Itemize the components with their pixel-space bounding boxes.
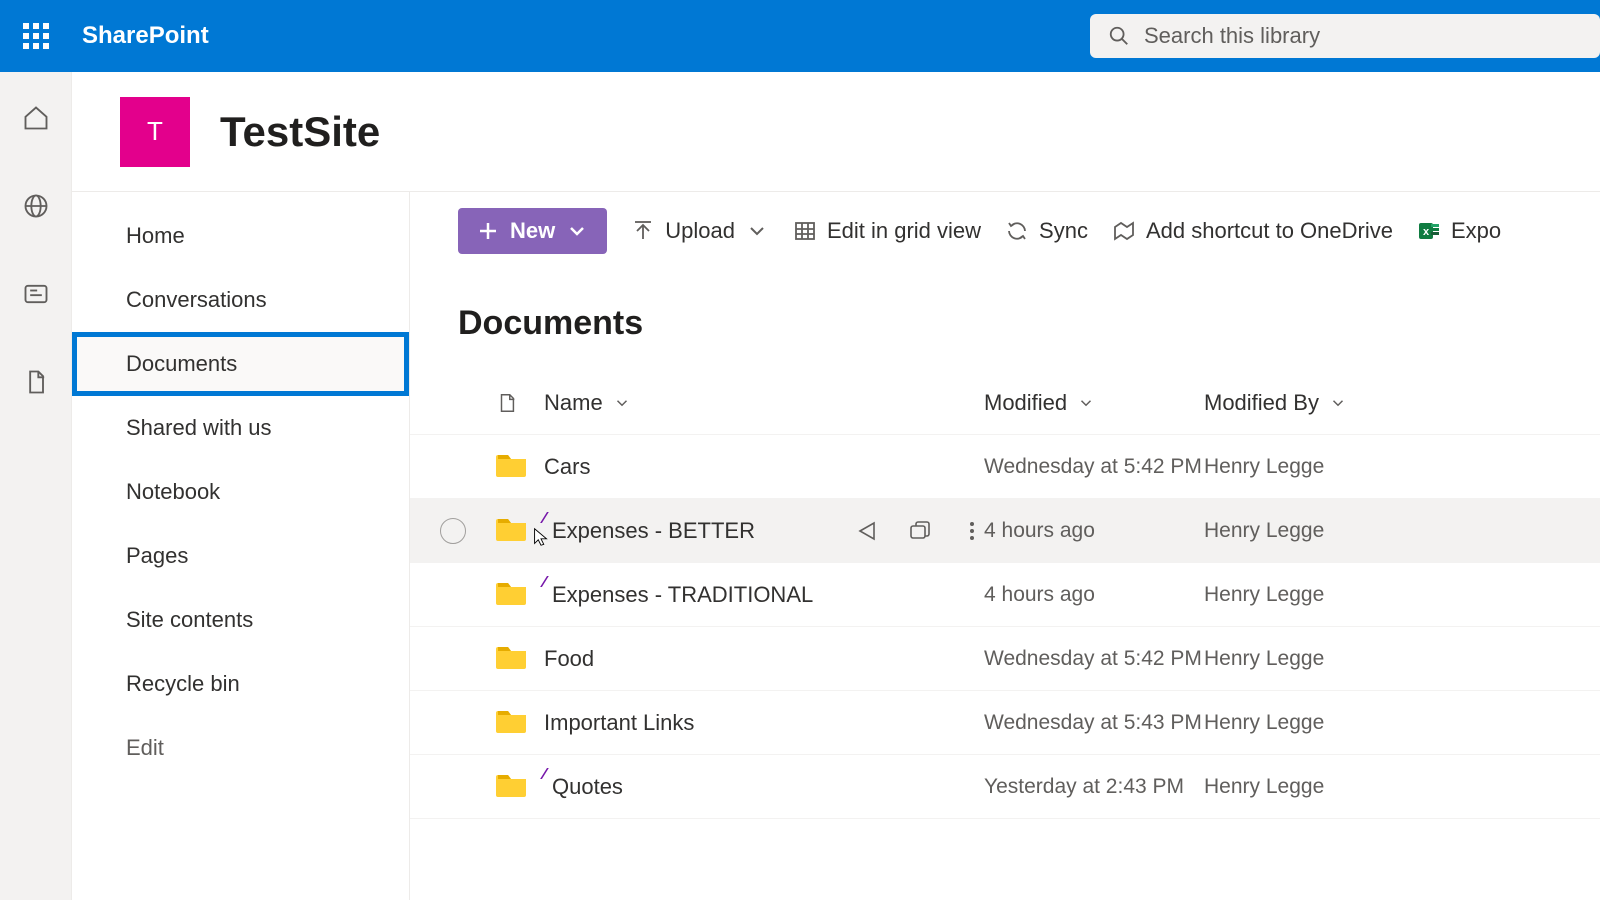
grid-view-button[interactable]: Edit in grid view (793, 218, 981, 244)
list-row[interactable]: Important Links Wednesday at 5:43 PMHenry… (410, 691, 1600, 755)
chevron-down-icon (565, 219, 589, 243)
item-name[interactable]: Food (544, 646, 594, 672)
app-rail (0, 72, 72, 900)
folder-icon (496, 771, 528, 797)
rail-home[interactable] (14, 96, 58, 140)
rail-files[interactable] (14, 360, 58, 404)
item-name[interactable]: Important Links (544, 710, 694, 736)
nav-documents[interactable]: Documents (72, 332, 409, 396)
excel-icon: x (1417, 219, 1441, 243)
nav-notebook[interactable]: Notebook (72, 460, 409, 524)
new-button[interactable]: New (458, 208, 607, 254)
shortcut-button[interactable]: Add shortcut to OneDrive (1112, 218, 1393, 244)
col-modified-label: Modified (984, 390, 1067, 416)
nav-conversations[interactable]: Conversations (72, 268, 409, 332)
nav-home[interactable]: Home (72, 204, 409, 268)
rail-global[interactable] (14, 184, 58, 228)
list-header: Name Modified Modified By (410, 371, 1600, 435)
item-modified: Wednesday at 5:42 PM (984, 455, 1204, 479)
folder-icon (496, 707, 528, 733)
folder-icon (496, 579, 528, 605)
sync-label: Sync (1039, 218, 1088, 244)
item-modified: Wednesday at 5:42 PM (984, 647, 1204, 671)
nav-recycle-bin[interactable]: Recycle bin (72, 652, 409, 716)
col-modified[interactable]: Modified (984, 390, 1204, 416)
shortcut-label: Add shortcut to OneDrive (1146, 218, 1393, 244)
item-modified: 4 hours ago (984, 519, 1204, 543)
upload-button[interactable]: Upload (631, 218, 769, 244)
folder-icon (496, 643, 528, 669)
upload-label: Upload (665, 218, 735, 244)
shortcut-icon (1112, 219, 1136, 243)
search-input[interactable] (1144, 23, 1582, 49)
home-icon (22, 104, 50, 132)
search-box[interactable] (1090, 14, 1600, 58)
item-name[interactable]: Quotes (552, 774, 623, 800)
grid-icon (793, 219, 817, 243)
list-row[interactable]: Food Wednesday at 5:42 PMHenry Legge (410, 627, 1600, 691)
item-modified-by: Henry Legge (1204, 775, 1404, 799)
col-modified-by[interactable]: Modified By (1204, 390, 1404, 416)
waffle-icon (23, 23, 49, 49)
file-icon (22, 368, 50, 396)
item-modified-by: Henry Legge (1204, 711, 1404, 735)
item-name[interactable]: Cars (544, 454, 590, 480)
sync-button[interactable]: Sync (1005, 218, 1088, 244)
nav-site-contents[interactable]: Site contents (72, 588, 409, 652)
site-logo[interactable]: T (120, 97, 190, 167)
upload-icon (631, 219, 655, 243)
chevron-down-icon (1077, 394, 1095, 412)
more-icon[interactable] (960, 519, 984, 543)
nav-shared[interactable]: Shared with us (72, 396, 409, 460)
chevron-down-icon (745, 219, 769, 243)
app-launcher[interactable] (0, 0, 72, 72)
plus-icon (476, 219, 500, 243)
news-icon (22, 280, 50, 308)
col-type[interactable] (496, 389, 544, 417)
item-modified: Wednesday at 5:43 PM (984, 711, 1204, 735)
list-row[interactable]: ⁄⁄⁄QuotesYesterday at 2:43 PMHenry Legge (410, 755, 1600, 819)
item-modified-by: Henry Legge (1204, 519, 1404, 543)
sync-icon (1005, 219, 1029, 243)
item-modified-by: Henry Legge (1204, 583, 1404, 607)
svg-text:x: x (1423, 226, 1430, 238)
site-nav: Home Conversations Documents Shared with… (72, 192, 410, 900)
search-icon (1108, 25, 1130, 47)
item-modified: Yesterday at 2:43 PM (984, 775, 1204, 799)
chevron-down-icon (1329, 394, 1347, 412)
site-header: T TestSite (72, 72, 1600, 192)
item-name[interactable]: Expenses - TRADITIONAL (552, 582, 813, 608)
col-name[interactable]: Name (544, 390, 984, 416)
grid-label: Edit in grid view (827, 218, 981, 244)
list-row[interactable]: Cars Wednesday at 5:42 PMHenry Legge (410, 435, 1600, 499)
nav-pages[interactable]: Pages (72, 524, 409, 588)
folder-icon (496, 515, 528, 541)
col-modifiedby-label: Modified By (1204, 390, 1319, 416)
new-label: New (510, 218, 555, 244)
library-title: Documents (410, 256, 1600, 371)
col-name-label: Name (544, 390, 603, 416)
nav-edit[interactable]: Edit (72, 716, 409, 780)
site-name[interactable]: TestSite (220, 108, 380, 156)
share-icon[interactable] (856, 519, 880, 543)
document-icon (496, 389, 518, 417)
move-icon[interactable] (908, 519, 932, 543)
item-name[interactable]: Expenses - BETTER (552, 518, 755, 544)
item-modified: 4 hours ago (984, 583, 1204, 607)
item-modified-by: Henry Legge (1204, 647, 1404, 671)
chevron-down-icon (613, 394, 631, 412)
select-circle[interactable] (440, 518, 466, 544)
suite-title[interactable]: SharePoint (82, 22, 209, 50)
rail-news[interactable] (14, 272, 58, 316)
folder-icon (496, 451, 528, 477)
globe-icon (22, 192, 50, 220)
item-modified-by: Henry Legge (1204, 455, 1404, 479)
export-button[interactable]: x Expo (1417, 218, 1501, 244)
list-row[interactable]: ⁄⁄⁄Expenses - BETTER4 hours agoHenry Leg… (410, 499, 1600, 563)
command-bar: New Upload Edit in grid view (410, 206, 1600, 256)
document-list: Name Modified Modified By (410, 371, 1600, 900)
export-label: Expo (1451, 218, 1501, 244)
list-row[interactable]: ⁄⁄⁄Expenses - TRADITIONAL4 hours agoHenr… (410, 563, 1600, 627)
